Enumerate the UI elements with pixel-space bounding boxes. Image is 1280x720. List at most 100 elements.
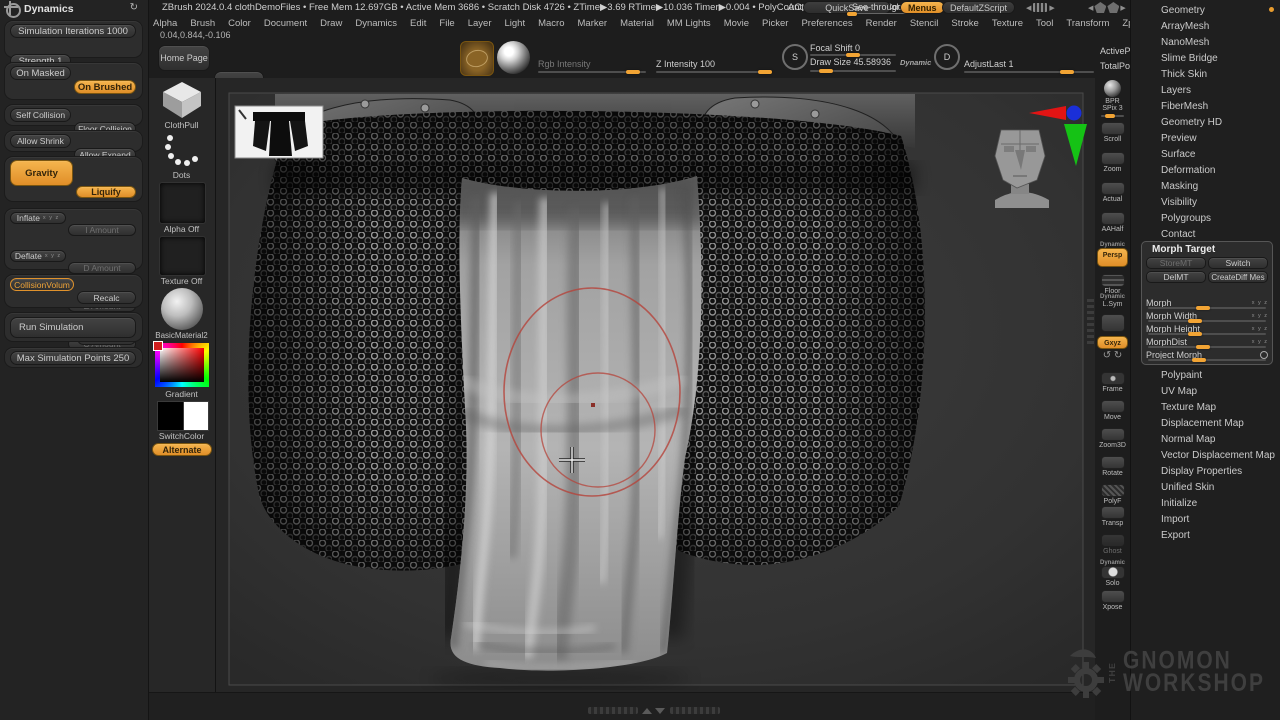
draw-size-slider[interactable]: Draw Size 45.58936 bbox=[810, 57, 891, 67]
menu-item[interactable]: Alpha bbox=[150, 17, 180, 30]
tool-section-item[interactable]: Surface bbox=[1131, 147, 1280, 163]
menu-item[interactable]: Transform bbox=[1063, 17, 1112, 30]
bpr-button[interactable]: BPR bbox=[1097, 80, 1128, 105]
tool-section-item[interactable]: Polygroups bbox=[1131, 211, 1280, 227]
tool-section-item[interactable]: Visibility bbox=[1131, 195, 1280, 211]
gxyz-toggle[interactable]: Gxyz bbox=[1097, 336, 1128, 349]
redo-rotate-icon[interactable]: ↻ bbox=[1114, 350, 1122, 361]
stroke-icon[interactable]: S bbox=[782, 44, 808, 70]
xyz-axis-toggle-icon[interactable]: x y z bbox=[1252, 326, 1268, 332]
morph-height-slider[interactable]: Morph Heightx y z bbox=[1146, 322, 1268, 335]
switch-button[interactable]: Switch bbox=[1208, 257, 1268, 269]
menu-item[interactable]: Material bbox=[617, 17, 657, 30]
move-3d-button[interactable]: Move bbox=[1097, 400, 1128, 421]
gravity-button[interactable]: Gravity bbox=[10, 160, 73, 186]
tool-section-item[interactable]: Displacement Map bbox=[1131, 416, 1280, 432]
tool-section-item[interactable]: Thick Skin bbox=[1131, 67, 1280, 83]
tool-section-item[interactable]: Polypaint bbox=[1131, 368, 1280, 384]
focal-shift-track[interactable] bbox=[810, 54, 896, 56]
viewport-3d-scene[interactable] bbox=[215, 78, 1095, 692]
menu-item[interactable]: Light bbox=[501, 17, 528, 30]
color-picker[interactable] bbox=[155, 343, 209, 387]
menus-button[interactable]: Menus bbox=[900, 1, 945, 14]
xyz-axis-toggle-icon[interactable]: x y z bbox=[1252, 339, 1268, 345]
project-morph-slider[interactable]: Project Morph bbox=[1146, 348, 1268, 361]
i-amount-slider[interactable]: I Amount bbox=[68, 224, 136, 236]
recalc-button[interactable]: Recalc bbox=[77, 291, 136, 304]
menu-item[interactable]: Layer bbox=[465, 17, 495, 30]
lsym-button[interactable]: Dynamic L.Sym bbox=[1097, 294, 1128, 308]
tool-section-item[interactable]: Masking bbox=[1131, 179, 1280, 195]
tool-section-item[interactable]: Preview bbox=[1131, 131, 1280, 147]
polyframe-button[interactable]: PolyF bbox=[1097, 484, 1128, 505]
menu-item[interactable]: Dynamics bbox=[352, 17, 400, 30]
xyz-axis-toggle-icon[interactable]: x y z bbox=[1252, 300, 1268, 306]
tool-section-item[interactable]: FiberMesh bbox=[1131, 99, 1280, 115]
radial-toggle-icon[interactable] bbox=[1260, 351, 1268, 359]
rgb-intensity-track[interactable] bbox=[538, 71, 646, 73]
zoom3d-button[interactable]: Zoom3D bbox=[1097, 428, 1128, 449]
polymesh-widget-icon[interactable]: ◀▶ bbox=[1088, 2, 1126, 13]
morph-slider[interactable]: Morphx y z bbox=[1146, 296, 1268, 309]
cloth-panel[interactable] bbox=[430, 170, 705, 688]
frame-button[interactable]: Frame bbox=[1097, 372, 1128, 393]
secondary-color-swatch[interactable] bbox=[183, 401, 209, 431]
tool-section-item[interactable]: Import bbox=[1131, 512, 1280, 528]
material-thumbnail[interactable] bbox=[161, 288, 203, 330]
run-simulation-button[interactable]: Run Simulation bbox=[10, 317, 136, 338]
lock-camera-button[interactable] bbox=[1097, 314, 1128, 332]
morph-target-title[interactable]: Morph Target bbox=[1142, 242, 1272, 256]
stroke-dots-thumbnail[interactable] bbox=[164, 132, 200, 168]
tool-section-item[interactable]: Deformation bbox=[1131, 163, 1280, 179]
menu-item[interactable]: Texture bbox=[989, 17, 1026, 30]
draw-size-track[interactable] bbox=[810, 70, 896, 72]
xyz-axis-toggle-icon[interactable]: x y z bbox=[1252, 313, 1268, 319]
xyz-axis-toggle-icon[interactable]: x y z bbox=[45, 253, 61, 259]
tray-divider-grip-right[interactable] bbox=[670, 707, 720, 714]
current-material-sphere[interactable] bbox=[497, 41, 530, 74]
tool-section-item[interactable]: Export bbox=[1131, 528, 1280, 544]
tray-expand-up-icon[interactable] bbox=[642, 706, 652, 717]
menu-item[interactable]: Picker bbox=[759, 17, 791, 30]
menu-item[interactable]: Brush bbox=[187, 17, 218, 30]
menu-item[interactable]: Movie bbox=[721, 17, 752, 30]
dynamic-lsym-label[interactable]: Dynamic bbox=[1097, 294, 1128, 300]
rgb-intensity-slider[interactable]: Rgb Intensity bbox=[538, 59, 591, 69]
simulation-iterations-slider[interactable]: Simulation Iterations 1000 bbox=[10, 24, 136, 38]
tool-section-item[interactable]: UV Map bbox=[1131, 384, 1280, 400]
tool-section-item[interactable]: NanoMesh bbox=[1131, 35, 1280, 51]
creatediff-mesh-button[interactable]: CreateDiff Mes bbox=[1208, 271, 1268, 283]
zoom-button[interactable]: Zoom bbox=[1097, 152, 1128, 173]
gxyz-button[interactable]: Gxyz bbox=[1097, 336, 1128, 349]
dynamic-persp-label[interactable]: Dynamic bbox=[1097, 242, 1128, 248]
scroll-button[interactable]: Scroll bbox=[1097, 122, 1128, 143]
right-tray-divider-grip[interactable] bbox=[1087, 298, 1094, 344]
morph-dist-slider[interactable]: MorphDistx y z bbox=[1146, 335, 1268, 348]
menu-item[interactable]: Edit bbox=[407, 17, 429, 30]
tool-section-item[interactable]: Unified Skin bbox=[1131, 480, 1280, 496]
persp-toggle[interactable]: Persp bbox=[1097, 248, 1128, 267]
dynamic-solo-label[interactable]: Dynamic bbox=[1097, 560, 1128, 566]
menu-item[interactable]: File bbox=[436, 17, 457, 30]
ghost-button[interactable]: Ghost bbox=[1097, 534, 1128, 555]
tool-section-item[interactable]: Layers bbox=[1131, 83, 1280, 99]
clothpull-brush-thumbnail[interactable] bbox=[161, 80, 203, 120]
home-page-button[interactable]: Home Page bbox=[158, 45, 210, 71]
camera-rotate-buttons[interactable]: ↺ ↻ bbox=[1097, 350, 1128, 361]
tool-section-item[interactable]: Initialize bbox=[1131, 496, 1280, 512]
max-simulation-points-slider[interactable]: Max Simulation Points 250 bbox=[10, 351, 136, 365]
alpha-off-thumbnail[interactable] bbox=[159, 182, 206, 224]
menu-item[interactable]: Draw bbox=[317, 17, 345, 30]
transp-button[interactable]: Transp bbox=[1097, 506, 1128, 527]
replay-icon[interactable]: D bbox=[934, 44, 960, 70]
rotate-3d-button[interactable]: Rotate bbox=[1097, 456, 1128, 477]
menu-item[interactable]: Stroke bbox=[948, 17, 981, 30]
store-mt-button[interactable]: StoreMT bbox=[1146, 257, 1206, 269]
menu-item[interactable]: Tool bbox=[1033, 17, 1056, 30]
tray-divider-grip-left[interactable] bbox=[588, 707, 638, 714]
tool-section-item[interactable]: Geometry bbox=[1131, 3, 1280, 19]
tool-section-item[interactable]: Slime Bridge bbox=[1131, 51, 1280, 67]
self-collision-slider[interactable]: Self Collision bbox=[10, 108, 71, 122]
solo-button[interactable]: Dynamic Solo bbox=[1097, 560, 1128, 587]
collision-volume-toggle[interactable]: CollisionVolum bbox=[10, 278, 74, 291]
